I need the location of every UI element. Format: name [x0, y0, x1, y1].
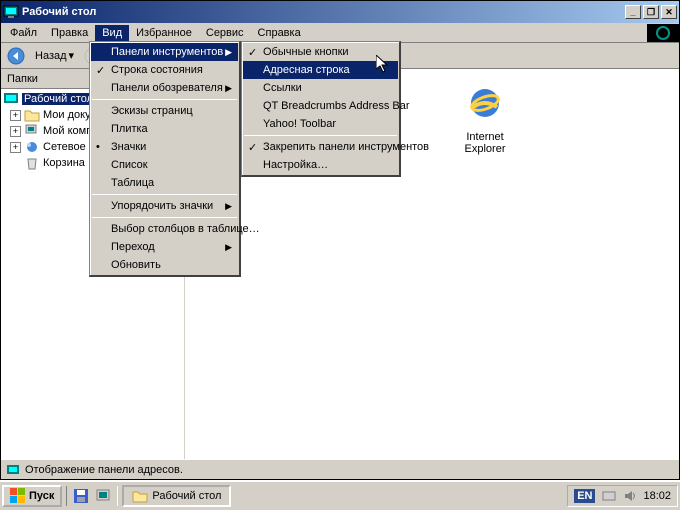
maximize-button[interactable]: ❐ — [643, 5, 659, 19]
tray-icon[interactable] — [601, 488, 617, 504]
window-title: Рабочий стол — [22, 6, 623, 18]
close-button[interactable]: ✕ — [661, 5, 677, 19]
taskbar-task-button[interactable]: Рабочий стол — [122, 485, 231, 507]
back-button[interactable]: Назад ▾ — [31, 49, 78, 62]
menu-item-details[interactable]: Таблица — [91, 174, 238, 192]
desktop-icon — [3, 4, 19, 20]
sidebar-title: Папки — [7, 73, 38, 85]
status-text: Отображение панели адресов. — [25, 464, 183, 476]
folder-icon — [24, 108, 40, 122]
submenu-item-qt-breadcrumbs[interactable]: QT Breadcrumbs Address Bar — [243, 97, 398, 115]
back-label: Назад — [35, 50, 67, 62]
chevron-down-icon: ▾ — [69, 49, 75, 62]
tree-label: Сетевое о — [43, 141, 95, 153]
check-icon: ✓ — [248, 46, 257, 59]
internet-explorer-icon — [461, 79, 509, 127]
separator — [244, 135, 397, 136]
system-tray: EN 18:02 — [567, 485, 678, 507]
submenu-item-links[interactable]: Ссылки — [243, 79, 398, 97]
menu-view[interactable]: Вид — [95, 25, 129, 41]
menu-favorites[interactable]: Избранное — [129, 25, 199, 41]
task-label: Рабочий стол — [152, 490, 221, 502]
menu-item-choose-columns[interactable]: Выбор столбцов в таблице… — [91, 220, 238, 238]
start-label: Пуск — [29, 490, 54, 502]
tree-label: Корзина — [43, 157, 85, 169]
volume-icon[interactable] — [623, 489, 637, 503]
throbber-icon — [647, 24, 679, 42]
menu-item-list[interactable]: Список — [91, 156, 238, 174]
folder-icon — [132, 489, 148, 503]
menu-item-goto[interactable]: Переход▶ — [91, 238, 238, 256]
menu-help[interactable]: Справка — [251, 25, 308, 41]
submenu-item-lock-toolbars[interactable]: ✓Закрепить панели инструментов — [243, 138, 398, 156]
separator — [92, 194, 237, 195]
check-icon: ✓ — [248, 141, 257, 154]
language-indicator[interactable]: EN — [574, 489, 595, 503]
menu-item-explorer-bars[interactable]: Панели обозревателя▶ — [91, 79, 238, 97]
recycle-bin-icon — [24, 156, 40, 170]
clock[interactable]: 18:02 — [643, 490, 671, 502]
submenu-arrow-icon: ▶ — [225, 83, 232, 94]
status-icon — [5, 463, 21, 477]
submenu-item-yahoo-toolbar[interactable]: Yahoo! Toolbar — [243, 115, 398, 133]
submenu-arrow-icon: ▶ — [225, 47, 232, 58]
statusbar: Отображение панели адресов. — [1, 459, 679, 479]
submenu-arrow-icon: ▶ — [225, 201, 232, 212]
computer-icon — [24, 124, 40, 138]
back-icon[interactable] — [5, 45, 27, 67]
submenu-arrow-icon: ▶ — [225, 242, 232, 253]
windows-logo-icon — [10, 488, 26, 504]
submenu-item-customize[interactable]: Настройка… — [243, 156, 398, 174]
bullet-icon: • — [96, 141, 100, 153]
menubar: Файл Правка Вид Избранное Сервис Справка — [1, 23, 679, 43]
menu-item-tiles[interactable]: Плитка — [91, 120, 238, 138]
start-button[interactable]: Пуск — [2, 485, 62, 507]
submenu-item-standard-buttons[interactable]: ✓Обычные кнопки — [243, 43, 398, 61]
icon-internet-explorer[interactable]: Internet Explorer — [445, 79, 525, 155]
desktop-icon — [3, 92, 19, 106]
taskbar: Пуск Рабочий стол EN 18:02 — [0, 480, 680, 510]
tree-label: Рабочий стол — [22, 93, 95, 105]
menu-item-refresh[interactable]: Обновить — [91, 256, 238, 274]
menu-item-arrange-icons[interactable]: Упорядочить значки▶ — [91, 197, 238, 215]
check-icon: ✓ — [96, 64, 105, 77]
ql-save-icon[interactable] — [71, 486, 91, 506]
minimize-button[interactable]: _ — [625, 5, 641, 19]
view-menu-dropdown: Панели инструментов▶ ✓Строка состояния П… — [89, 41, 241, 277]
toolbars-submenu: ✓Обычные кнопки Адресная строка Ссылки Q… — [241, 41, 401, 177]
menu-edit[interactable]: Правка — [44, 25, 95, 41]
titlebar[interactable]: Рабочий стол _ ❐ ✕ — [1, 1, 679, 23]
quick-launch — [66, 486, 118, 506]
menu-tools[interactable]: Сервис — [199, 25, 251, 41]
menu-item-toolbars[interactable]: Панели инструментов▶ — [91, 43, 238, 61]
expand-icon[interactable]: + — [10, 110, 21, 121]
expand-icon[interactable]: + — [10, 126, 21, 137]
menu-item-statusbar[interactable]: ✓Строка состояния — [91, 61, 238, 79]
icon-label: Internet Explorer — [445, 131, 525, 155]
menu-item-thumbnails[interactable]: Эскизы страниц — [91, 102, 238, 120]
expand-icon[interactable]: + — [10, 142, 21, 153]
menu-item-icons[interactable]: •Значки — [91, 138, 238, 156]
ql-show-desktop-icon[interactable] — [93, 486, 113, 506]
separator — [92, 99, 237, 100]
menu-file[interactable]: Файл — [3, 25, 44, 41]
submenu-item-address-bar[interactable]: Адресная строка — [243, 61, 398, 79]
separator — [92, 217, 237, 218]
network-icon — [24, 140, 40, 154]
